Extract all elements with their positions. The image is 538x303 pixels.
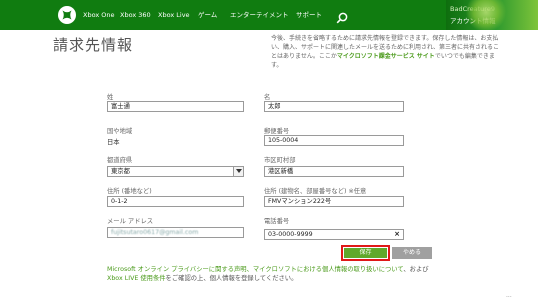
chevron-down-icon[interactable] bbox=[233, 167, 243, 176]
privacy-mid: 、および bbox=[403, 266, 429, 273]
phone-label: 電話番号 bbox=[264, 218, 290, 225]
country-value: 日本 bbox=[107, 139, 120, 146]
address2-label: 住所 (建物名、部屋番号など) ※任意 bbox=[264, 188, 367, 195]
postal-code-label: 郵便番号 bbox=[264, 128, 290, 135]
more-icon[interactable]: ··· bbox=[506, 294, 512, 301]
billing-site-link[interactable]: マイクロソフト課金サービス サイト bbox=[337, 53, 435, 60]
save-button[interactable]: 保存 bbox=[344, 248, 387, 258]
first-name-input[interactable]: 太郎 bbox=[264, 101, 404, 112]
prefecture-select[interactable]: 東京都 bbox=[107, 166, 244, 177]
prefecture-selected-value: 東京都 bbox=[111, 168, 130, 175]
xbox-logo-icon[interactable] bbox=[58, 6, 76, 24]
page-title: 請求先情報 bbox=[53, 36, 134, 54]
search-icon[interactable] bbox=[336, 9, 348, 24]
phone-value: 03-0000-9999 bbox=[268, 231, 313, 238]
address2-input[interactable]: FMVマンション222号 bbox=[264, 196, 404, 207]
avatar[interactable] bbox=[466, 0, 506, 30]
city-label: 市区町村部 bbox=[264, 157, 296, 164]
privacy-statement-link[interactable]: Microsoft オンライン プライバシーに関する声明、マイクロソフトにおける… bbox=[107, 266, 403, 273]
privacy-notice: Microsoft オンライン プライバシーに関する声明、マイクロソフトにおける… bbox=[107, 265, 527, 283]
nav-item-xbox-one[interactable]: Xbox One bbox=[83, 0, 115, 30]
first-name-label: 名 bbox=[264, 94, 271, 101]
intro-text: 今後、手続きを省略するために請求先情報を登録できます。保存した情報は、お支払い、… bbox=[271, 34, 503, 70]
phone-input[interactable]: 03-0000-9999 × bbox=[264, 229, 404, 240]
nav-item-xbox-360[interactable]: Xbox 360 bbox=[120, 0, 151, 30]
cancel-button[interactable]: やめる bbox=[392, 247, 432, 259]
email-value: fujitsutaro0617@gmail.com bbox=[111, 229, 199, 236]
address1-input[interactable]: 0-1-2 bbox=[107, 196, 244, 207]
privacy-tail: をご確認の上、個人情報を登録してください。 bbox=[165, 275, 298, 282]
last-name-label: 姓 bbox=[107, 94, 114, 101]
postal-code-input[interactable]: 105-0004 bbox=[264, 135, 404, 146]
nav-item-support[interactable]: サポート bbox=[296, 0, 322, 30]
clear-icon[interactable]: × bbox=[394, 230, 400, 239]
last-name-input[interactable]: 富士通 bbox=[107, 101, 244, 112]
save-button-highlight: 保存 bbox=[341, 245, 390, 261]
email-label: メール アドレス bbox=[107, 218, 154, 225]
xbox-live-terms-link[interactable]: Xbox LIVE 使用条件 bbox=[107, 275, 166, 282]
email-input[interactable]: fujitsutaro0617@gmail.com bbox=[107, 227, 244, 238]
top-navigation-bar: Xbox One Xbox 360 Xbox Live ゲーム エンターテイメン… bbox=[0, 0, 538, 30]
nav-item-games[interactable]: ゲーム bbox=[198, 0, 217, 30]
prefecture-label: 都道府県 bbox=[107, 157, 133, 164]
nav-item-xbox-live[interactable]: Xbox Live bbox=[158, 0, 190, 30]
address1-label: 住所 (番地など) bbox=[107, 188, 152, 195]
country-label: 国や地域 bbox=[107, 128, 133, 135]
city-input[interactable]: 港区新橋 bbox=[264, 166, 404, 177]
nav-item-entertainment[interactable]: エンターテイメント bbox=[230, 0, 289, 30]
